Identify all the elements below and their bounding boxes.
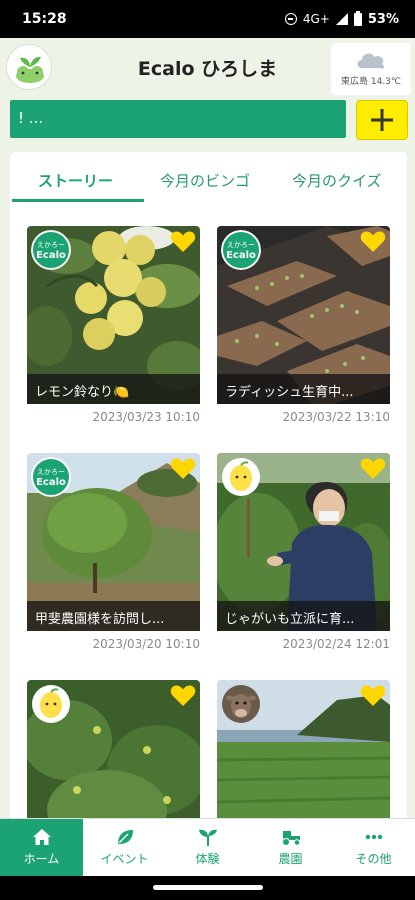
story-caption: じゃがいも立派に育... [217,601,390,631]
svg-text:えかろー: えかろー [227,241,255,249]
ecalo-badge-icon: えかろー Ecalo [221,230,261,270]
svg-text:Ecalo: Ecalo [226,250,256,261]
tab-underline [12,199,144,202]
nav-experience[interactable]: 体験 [166,819,249,877]
heart-icon[interactable] [170,684,196,712]
heart-icon[interactable] [360,457,386,485]
tab-quiz[interactable]: 今月のクイズ [292,170,382,191]
do-not-disturb-icon [284,13,297,25]
svg-text:Ecalo: Ecalo [36,250,66,261]
more-icon [365,834,382,840]
tab-bar: ストーリー 今月のビンゴ 今月のクイズ [10,152,407,204]
story-caption: ラディッシュ生育中... [217,374,390,404]
battery-percent: 53% [367,11,399,27]
heart-icon[interactable] [170,230,196,258]
add-button[interactable] [356,100,408,140]
nav-farm-label: 農園 [278,852,303,866]
lemon-avatar-icon [31,684,71,724]
story-date: 2023/03/20 10:10 [92,637,200,651]
app-header: Ecalo ひろしま 東広島 14.3℃ [0,38,415,96]
tractor-icon [281,831,300,846]
story-date: 2023/03/22 13:10 [282,410,390,424]
weather-text: 東広島 14.3℃ [331,74,411,87]
weather-widget[interactable]: 東広島 14.3℃ [331,43,411,95]
home-icon [32,829,51,845]
network-label: 4G+ [302,12,330,26]
svg-text:えかろー: えかろー [37,241,65,249]
battery-icon [353,10,362,26]
story-caption: 甲斐農園様を訪問し... [27,601,200,631]
heart-icon[interactable] [360,230,386,258]
plus-icon [371,109,393,131]
svg-text:Ecalo: Ecalo [36,477,66,488]
nav-event-label: イベント [100,852,149,866]
content-panel: ストーリー 今月のビンゴ 今月のクイズ えかろー Ecalo レモン鈴なり🍋 2… [10,152,407,832]
bottom-nav: ホーム イベント 体験 農園 その他 [0,818,415,877]
nav-home-label: ホーム [23,852,60,866]
search-input[interactable]: ! ... [10,100,346,138]
svg-text:えかろー: えかろー [37,468,65,476]
tab-bingo[interactable]: 今月のビンゴ [160,170,250,191]
ecalo-badge-icon: えかろー Ecalo [31,230,71,270]
lemon-avatar-icon [221,457,261,497]
cow-avatar-icon [221,684,261,724]
signal-icon [335,13,348,25]
weather-location: 東広島 [340,77,368,87]
story-caption: レモン鈴なり🍋 [27,374,200,404]
heart-icon[interactable] [360,684,386,712]
nav-home[interactable]: ホーム [0,819,83,877]
nav-experience-label: 体験 [195,852,220,866]
nav-more[interactable]: その他 [332,819,415,877]
story-date: 2023/02/24 12:01 [282,637,390,651]
story-date: 2023/03/23 10:10 [92,410,200,424]
cloud-icon [357,53,384,69]
home-gesture-bar[interactable] [153,885,263,890]
system-nav-bar [0,876,415,900]
heart-icon[interactable] [170,457,196,485]
weather-temp: 14.3℃ [370,77,402,87]
nav-event[interactable]: イベント [83,819,166,877]
tab-story[interactable]: ストーリー [38,170,113,191]
nav-more-label: その他 [355,852,392,866]
status-bar: 15:28 4G+ 53% [0,0,415,38]
nav-farm[interactable]: 農園 [249,819,332,877]
leaf-icon [117,830,133,844]
status-icons: 4G+ 53% [284,10,399,27]
status-time: 15:28 [22,11,67,27]
sprout-icon [198,829,217,846]
ecalo-badge-icon: えかろー Ecalo [31,457,71,497]
